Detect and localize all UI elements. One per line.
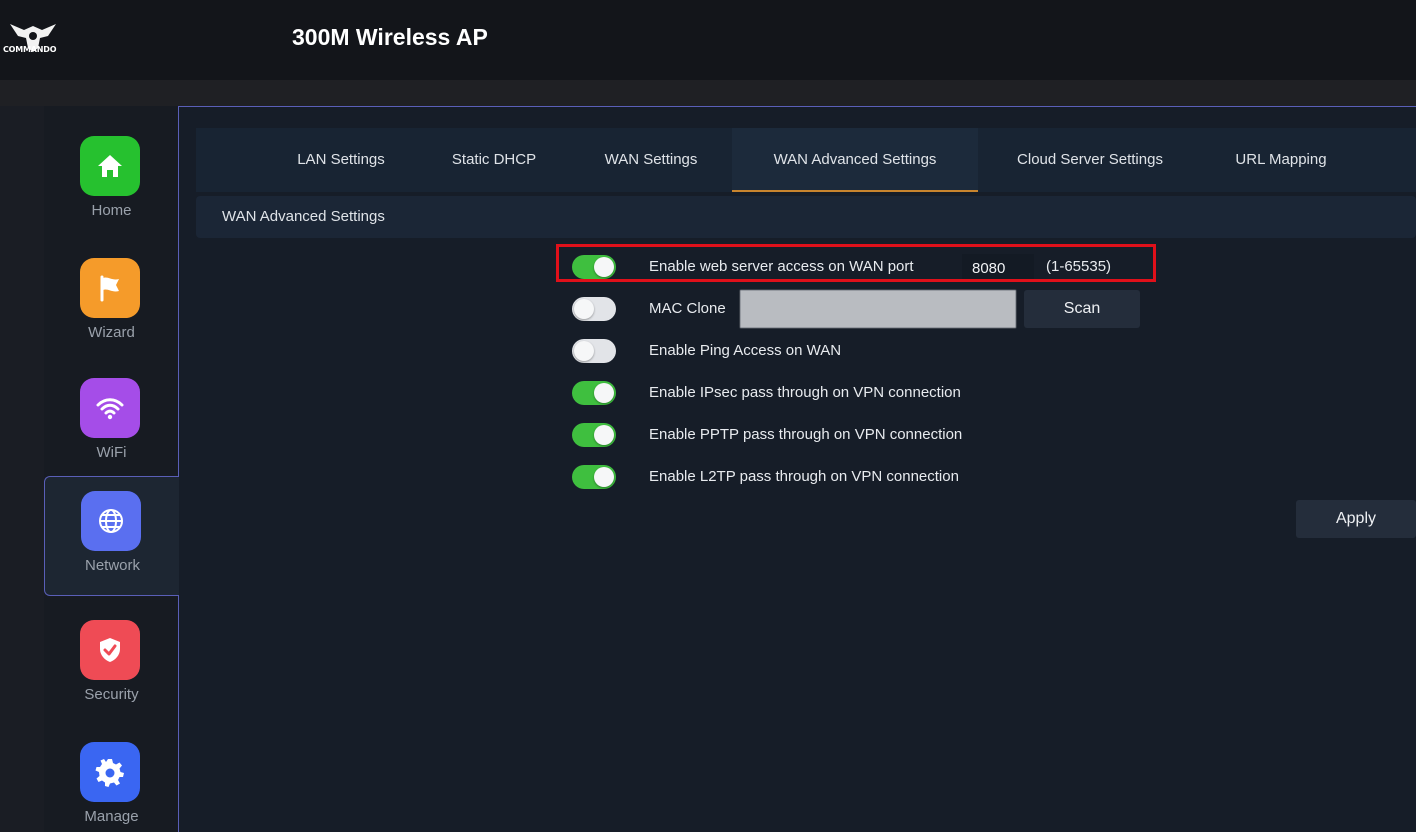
- ipsec-passthrough-label: Enable IPsec pass through on VPN connect…: [649, 384, 961, 401]
- mac-address-input[interactable]: [740, 290, 1016, 328]
- sidebar-item-security[interactable]: Security: [44, 606, 179, 726]
- tab-url-mapping[interactable]: URL Mapping: [1208, 128, 1354, 192]
- commando-logo-icon: [10, 24, 56, 52]
- tab-wan-settings[interactable]: WAN Settings: [578, 128, 724, 192]
- sidebar-item-manage[interactable]: Manage: [44, 728, 179, 832]
- tab-wan-advanced-settings[interactable]: WAN Advanced Settings: [732, 128, 978, 192]
- pptp-passthrough-toggle[interactable]: [572, 423, 616, 447]
- wifi-icon: [80, 378, 140, 438]
- top-header: COMMANDO 300M Wireless AP: [0, 0, 1416, 80]
- gear-icon: [80, 742, 140, 802]
- l2tp-passthrough-label: Enable L2TP pass through on VPN connecti…: [649, 468, 959, 485]
- mac-clone-toggle[interactable]: [572, 297, 616, 321]
- tab-static-dhcp[interactable]: Static DHCP: [430, 128, 558, 192]
- toggle-knob: [574, 341, 594, 361]
- toggle-knob: [594, 467, 614, 487]
- section-title: WAN Advanced Settings: [222, 208, 385, 225]
- toggle-knob: [574, 299, 594, 319]
- tab-cloud-server-settings[interactable]: Cloud Server Settings: [990, 128, 1190, 192]
- sidebar-item-wifi[interactable]: WiFi: [44, 364, 179, 484]
- shield-icon: [80, 620, 140, 680]
- sidebar-item-label: Manage: [84, 808, 139, 825]
- tab-lan-settings[interactable]: LAN Settings: [270, 128, 412, 192]
- home-icon: [80, 136, 140, 196]
- scan-button[interactable]: Scan: [1024, 290, 1140, 328]
- subheader-strip: [0, 80, 1416, 106]
- apply-button[interactable]: Apply: [1296, 500, 1416, 538]
- logo-text: COMMANDO: [3, 45, 57, 54]
- l2tp-passthrough-toggle[interactable]: [572, 465, 616, 489]
- mac-clone-label: MAC Clone: [649, 300, 726, 317]
- sidebar-item-wizard[interactable]: Wizard: [44, 244, 179, 364]
- ping-access-toggle[interactable]: [572, 339, 616, 363]
- ipsec-passthrough-toggle[interactable]: [572, 381, 616, 405]
- panel-border: [179, 106, 1416, 107]
- toggle-knob: [594, 425, 614, 445]
- sidebar-item-label: Home: [91, 202, 132, 219]
- toggle-knob: [594, 383, 614, 403]
- ping-access-label: Enable Ping Access on WAN: [649, 342, 842, 359]
- sidebar-item-label: WiFi: [96, 444, 127, 461]
- sidebar-item-label: Security: [84, 686, 139, 703]
- sidebar-item-label: Wizard: [88, 324, 135, 341]
- sidebar-item-home[interactable]: Home: [44, 122, 179, 242]
- globe-icon: [81, 491, 141, 551]
- pptp-passthrough-label: Enable PPTP pass through on VPN connecti…: [649, 426, 963, 443]
- highlight-annotation: [556, 244, 1156, 282]
- sidebar-item-label: Network: [84, 557, 140, 574]
- sidebar-item-network[interactable]: Network: [44, 476, 179, 596]
- flag-icon: [80, 258, 140, 318]
- app-title: 300M Wireless AP: [292, 24, 488, 50]
